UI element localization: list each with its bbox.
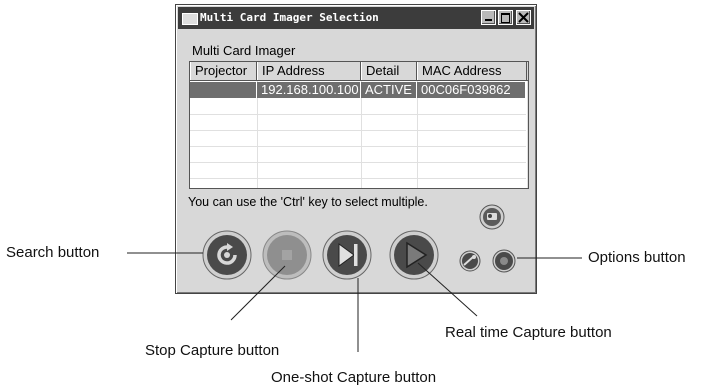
options-button-callout: Options button — [588, 249, 686, 266]
search-icon — [202, 230, 252, 280]
oneshot-capture-icon — [322, 230, 372, 280]
cell-detail: ACTIVE — [361, 82, 417, 98]
search-button[interactable] — [202, 230, 252, 280]
column-header-detail[interactable]: Detail — [361, 62, 417, 80]
tool-button[interactable] — [459, 250, 481, 272]
options-button[interactable] — [492, 249, 516, 273]
list-header: Projector IP Address Detail MAC Address — [190, 62, 528, 81]
column-header-mac-address[interactable]: MAC Address — [417, 62, 527, 80]
group-label: Multi Card Imager — [192, 43, 296, 58]
column-header-projector[interactable]: Projector — [190, 62, 257, 80]
search-button-callout: Search button — [6, 244, 100, 261]
window-title: Multi Card Imager Selection — [200, 11, 379, 24]
column-header-ip-address[interactable]: IP Address — [257, 62, 361, 80]
title-bar[interactable]: Multi Card Imager Selection — [178, 7, 534, 29]
projector-list[interactable]: Projector IP Address Detail MAC Address … — [189, 61, 529, 189]
stop-capture-callout: Stop Capture button — [145, 342, 280, 359]
close-icon — [518, 12, 529, 23]
realtime-capture-icon — [389, 230, 439, 280]
realtime-capture-button[interactable] — [389, 230, 439, 280]
cell-ip-address: 192.168.100.100 — [257, 82, 361, 98]
oneshot-capture-callout: One-shot Capture button — [271, 369, 437, 386]
oneshot-capture-button[interactable] — [322, 230, 372, 280]
stop-capture-button[interactable] — [262, 230, 312, 280]
options-icon — [492, 249, 516, 273]
cell-projector — [190, 82, 257, 98]
maximize-button[interactable] — [498, 10, 513, 25]
minimize-button[interactable] — [481, 10, 496, 25]
multi-card-imager-dialog: Multi Card Imager Selection Multi Card I… — [175, 4, 537, 294]
multi-select-hint: You can use the 'Ctrl' key to select mul… — [188, 195, 428, 209]
settings-small-button[interactable] — [479, 204, 505, 230]
close-button[interactable] — [516, 10, 531, 25]
cell-mac-address: 00C06F039862 — [417, 82, 526, 98]
tool-icon — [459, 250, 481, 272]
realtime-capture-callout: Real time Capture button — [445, 324, 612, 341]
table-row[interactable]: 192.168.100.100 ACTIVE 00C06F039862 — [190, 82, 526, 98]
app-icon — [182, 13, 198, 25]
stop-icon — [262, 230, 312, 280]
projector-icon — [479, 204, 505, 230]
